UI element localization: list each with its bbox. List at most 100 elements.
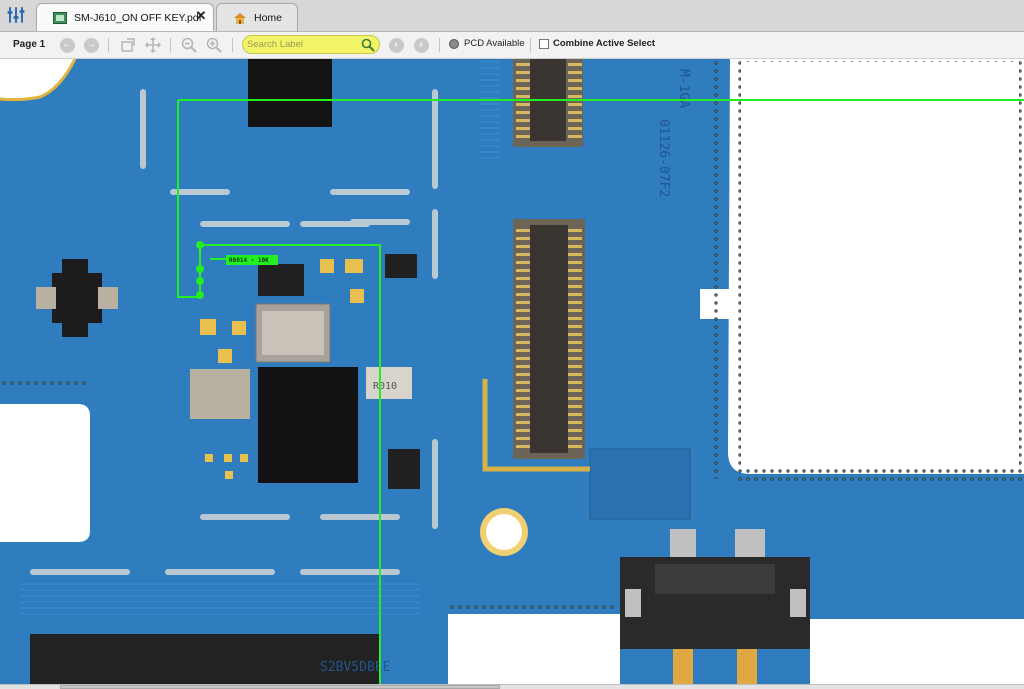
ic-chip-top <box>248 59 332 127</box>
pcd-available-label: PCD Available <box>464 38 525 49</box>
connector-pin <box>516 277 530 280</box>
connector-pin <box>516 245 530 248</box>
rotate-button[interactable] <box>119 36 137 54</box>
connector-pin <box>516 445 530 448</box>
pan-button[interactable] <box>144 36 162 54</box>
connector-pin <box>516 293 530 296</box>
connector-pin <box>516 421 530 424</box>
connector-pin <box>568 309 582 312</box>
connector-pin <box>568 245 582 248</box>
home-icon <box>233 12 247 24</box>
connector-pin <box>568 111 582 114</box>
connector-pin <box>516 325 530 328</box>
silkscreen-text: M-1GA <box>676 69 691 108</box>
arrow-right-icon: → <box>83 37 99 53</box>
connector-pin <box>516 253 530 256</box>
connector-pin <box>568 389 582 392</box>
connector-pin <box>568 277 582 280</box>
pdf-document-icon <box>53 11 67 24</box>
connector-pin <box>568 135 582 138</box>
search-label-input[interactable] <box>245 37 357 52</box>
ic-chip-small <box>258 264 304 296</box>
back-button[interactable]: ← <box>58 36 76 54</box>
connector-pin <box>516 317 530 320</box>
connector-pin <box>568 365 582 368</box>
combine-active-select-option[interactable]: Combine Active Select <box>539 38 655 49</box>
zoom-in-icon <box>206 37 222 53</box>
connector-pin <box>568 301 582 304</box>
connector-pin <box>516 71 530 74</box>
connector-pin <box>568 333 582 336</box>
close-tab-icon[interactable]: ✕ <box>195 9 207 22</box>
search-next-button[interactable]: › <box>412 36 430 54</box>
connector-pin <box>568 285 582 288</box>
pcd-status-icon <box>449 38 459 49</box>
connector-pin <box>568 127 582 130</box>
connector-pin <box>516 397 530 400</box>
toolbar: Page 1 ← → ‹ › PCD Available Combine Act… <box>0 32 1024 59</box>
tab-bar: SM-J610_ON OFF KEY.pdf ✕ Home <box>0 0 1024 32</box>
connector-pin <box>516 357 530 360</box>
connector-pin <box>516 119 530 122</box>
board-cutout-left <box>0 404 90 542</box>
net-tag-label: R6014 - 10K <box>229 257 269 264</box>
silkscreen-text: 01126-07F2 <box>656 119 671 197</box>
connector-pin <box>568 357 582 360</box>
connector-pin <box>516 237 530 240</box>
connector-pin <box>568 293 582 296</box>
zoom-out-button[interactable] <box>180 36 198 54</box>
zoom-out-icon <box>181 37 197 53</box>
board-viewer-canvas[interactable]: M-1GA 01126-07F2 R010 S2BV5DBEE R6014 - … <box>0 59 1024 684</box>
pmic-chip <box>258 367 358 483</box>
tab-home[interactable]: Home <box>216 3 298 31</box>
search-previous-button[interactable]: ‹ <box>387 36 405 54</box>
connector-pin <box>516 285 530 288</box>
connector-pin <box>516 373 530 376</box>
connector-pin <box>516 437 530 440</box>
move-icon <box>145 37 161 53</box>
connector-pin <box>516 63 530 66</box>
connector-pin <box>568 237 582 240</box>
page-indicator: Page 1 <box>13 39 46 50</box>
pcd-available-indicator[interactable]: PCD Available <box>449 38 525 49</box>
connector-pin <box>568 119 582 122</box>
connector-pin <box>516 103 530 106</box>
settings-sliders-icon[interactable] <box>6 5 26 25</box>
rotate-icon <box>121 38 135 52</box>
connector-pin <box>568 405 582 408</box>
connector-pin <box>516 341 530 344</box>
connector-pin <box>516 135 530 138</box>
search-icon[interactable] <box>361 38 375 52</box>
connector-pin <box>568 261 582 264</box>
connector-pin <box>516 309 530 312</box>
connector-pin <box>516 389 530 392</box>
connector-pin <box>568 421 582 424</box>
zoom-in-button[interactable] <box>205 36 223 54</box>
connector-pin <box>516 261 530 264</box>
forward-button[interactable]: → <box>82 36 100 54</box>
connector-pin <box>516 405 530 408</box>
connector-pin <box>516 111 530 114</box>
connector-pin <box>568 437 582 440</box>
connector-pin <box>516 269 530 272</box>
connector-pin <box>568 341 582 344</box>
combine-active-select-checkbox[interactable] <box>539 38 549 49</box>
connector-pin <box>516 349 530 352</box>
combine-active-select-label: Combine Active Select <box>553 38 656 49</box>
connector-pin <box>516 87 530 90</box>
connector-pin <box>568 253 582 256</box>
memory-chip <box>30 634 380 684</box>
connector-pin <box>568 63 582 66</box>
connector-pin <box>516 301 530 304</box>
connector-pin <box>568 71 582 74</box>
connector-pin <box>568 269 582 272</box>
horizontal-scrollbar[interactable] <box>0 684 1024 689</box>
silkscreen-text: R010 <box>373 381 397 392</box>
tab-document[interactable]: SM-J610_ON OFF KEY.pdf ✕ <box>36 3 214 31</box>
scrollbar-thumb[interactable] <box>60 685 500 689</box>
connector-pin <box>568 381 582 384</box>
connector-pin <box>516 365 530 368</box>
connector-pin <box>516 413 530 416</box>
connector-pin <box>568 79 582 82</box>
board-cutout-bottom <box>448 614 620 684</box>
